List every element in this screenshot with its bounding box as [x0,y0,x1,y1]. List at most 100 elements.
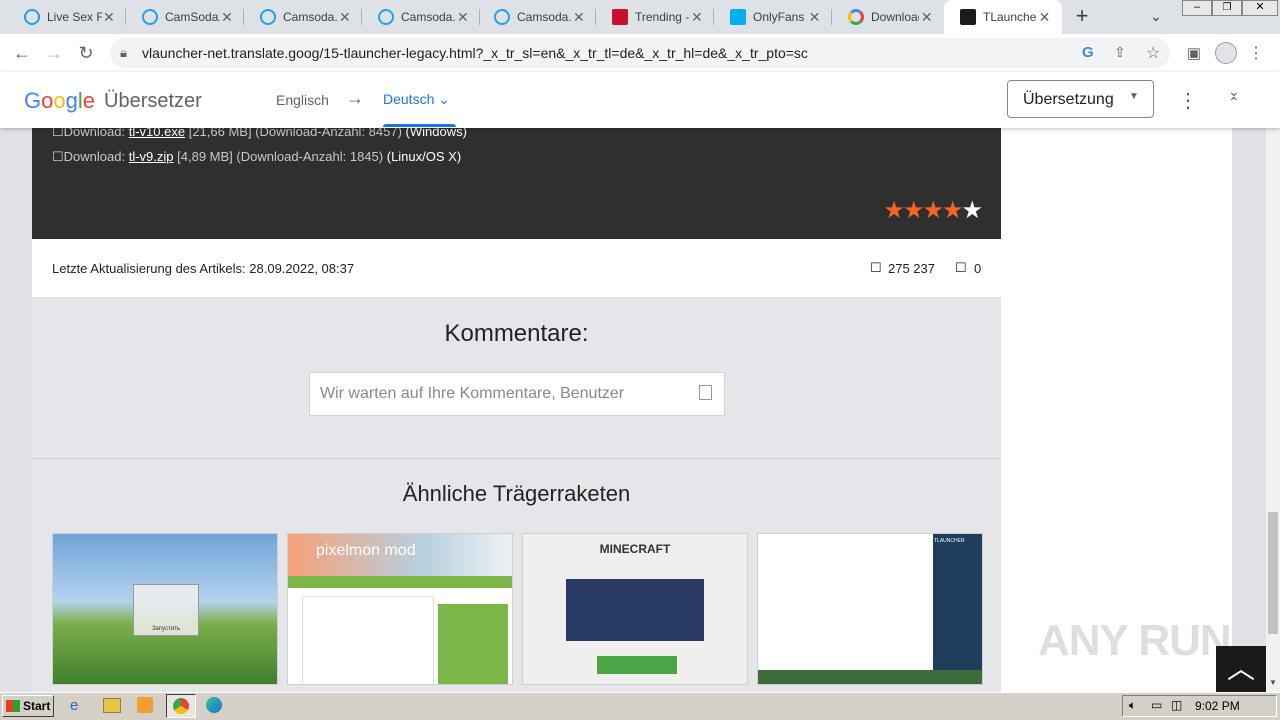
site-icon [260,9,276,25]
scroll-down-arrow[interactable]: ▼ [1269,678,1277,687]
bookmark-star-icon[interactable]: ☆ [1146,43,1160,63]
source-language[interactable]: Englisch [276,92,329,108]
close-icon[interactable]: ✕ [572,9,586,26]
tab-3[interactable]: Camsoda.c ✕ [244,0,362,34]
filled-stars: ★★★★ [883,197,963,224]
close-icon[interactable]: ✕ [807,9,822,26]
similar-item-1[interactable]: Запустить [52,533,278,685]
lock-icon[interactable]: 🔒︎ [120,45,127,61]
last-updated: Letzte Aktualisierung des Artikels: 28.0… [52,261,355,276]
back-button[interactable]: ← [8,39,36,67]
security-icon[interactable]: ◫ [1171,698,1182,712]
close-icon[interactable]: ✕ [690,9,704,26]
minimize-button[interactable]: – [1182,0,1212,16]
thumbnail-menu [933,534,982,684]
explorer-icon[interactable] [103,698,121,713]
volume-icon[interactable]: 🔈︎ [1129,698,1136,713]
close-icon[interactable]: ✕ [338,9,352,26]
tab-1[interactable]: Live Sex Fr ✕ [8,0,126,34]
page-scrollbar[interactable]: ▲ ▼ [1266,72,1280,692]
checkbox-icon: ☐ [52,149,64,164]
comments-icon: ☐ [955,260,967,275]
close-icon[interactable]: ✕ [102,9,116,26]
google-icon [848,9,864,25]
address-bar[interactable]: 🔒︎ vlauncher-net.translate.goog/15-tlaun… [110,38,1170,68]
download-link-linux[interactable]: tl-v9.zip [129,149,174,164]
menu-icon[interactable]: ⋮ [1242,39,1270,67]
media-player-icon[interactable] [137,697,153,713]
google-translate-icon[interactable]: G [1082,44,1094,61]
collapse-icon[interactable]: ⌄ ⌃ [1228,84,1240,109]
share-icon[interactable]: ⇪ [1114,44,1126,61]
empty-star: ★ [961,197,982,224]
side-panel-icon[interactable]: ▣ [1180,39,1208,67]
more-options-icon[interactable]: ⋮ [1178,88,1198,113]
tab-7[interactable]: OnlyFans I ✕ [714,0,832,34]
checkbox-icon: ☐ [52,128,64,139]
url-text: vlauncher-net.translate.goog/15-tlaunche… [142,45,808,61]
clock[interactable]: 9:02 PM [1195,699,1240,713]
views-count: 275 237 [888,261,935,276]
active-language-indicator [383,124,456,127]
article-meta: Letzte Aktualisierung des Artikels: 28.0… [32,239,1001,298]
scroll-to-top-button[interactable]: ︿ [1216,646,1266,692]
close-icon[interactable]: ✕ [220,9,234,26]
star-rating[interactable]: ★★★★★ [883,196,983,225]
translation-mode-label: Übersetzung [1023,91,1114,108]
close-icon[interactable]: ✕ [1037,9,1052,26]
reload-button[interactable]: ↻ [72,39,100,67]
start-button[interactable]: Start [2,695,54,717]
tlauncher-icon [960,9,976,25]
download-link-windows[interactable]: tl-v10.exe [129,128,185,139]
download-line-linux: ☐Download: tl-v9.zip [4,89 MB] (Download… [52,149,462,164]
tab-6[interactable]: Trending - I ✕ [596,0,714,34]
close-window-button[interactable]: ✕ [1242,0,1278,16]
chrome-taskbar-button[interactable] [166,694,196,718]
forward-button[interactable]: → [40,39,68,67]
thumbnail-article [302,596,434,684]
tab-2[interactable]: CamSoda.c ✕ [126,0,244,34]
watermark: ANY RUN [1038,616,1232,665]
similar-heading: Ähnliche Trägerraketen [402,481,631,506]
similar-item-2[interactable]: pixelmon mod [287,533,513,685]
browser-toolbar: ← → ↻ 🔒︎ vlauncher-net.translate.goog/15… [0,34,1280,73]
dropdown-arrow-icon: ▼ [1129,91,1139,102]
tab-8[interactable]: Download ✕ [832,0,944,34]
download-line-windows: ☐Download: tl-v10.exe [21,66 MB] (Downlo… [52,128,467,140]
site-icon [378,9,394,25]
tab-strip: Live Sex Fr ✕ CamSoda.c ✕ Camsoda.c ✕ Ca… [0,0,1280,34]
profile-avatar[interactable] [1212,39,1240,67]
target-language[interactable]: Deutsch ⌄ [383,91,450,108]
tab-active-tlauncher[interactable]: TLauncher ✕ [944,0,1062,34]
similar-item-3[interactable]: MINECRAFT [522,533,748,685]
comments-count: 0 [974,261,982,276]
thumbnail-footer [758,670,982,684]
product-name: Übersetzer [104,90,202,112]
network-icon[interactable]: ▭ [1151,698,1162,712]
similar-launchers-section: Ähnliche Trägerraketen Запустить pixelmo… [32,459,1001,692]
similar-item-4[interactable]: TLAUNCHER [757,533,983,685]
edge-icon[interactable] [206,697,222,713]
thumbnail-title: pixelmon mod [316,542,416,559]
taskbar: Start e 🔈︎ ▭ ◫ 9:02 PM [0,692,1280,720]
tab-5[interactable]: Camsoda.c ✕ [478,0,596,34]
views-icon: ☐ [870,260,882,275]
target-language-label: Deutsch [383,91,435,107]
translation-mode-select[interactable]: Übersetzung ▼ [1007,80,1154,118]
tab-4[interactable]: Camsoda.c ✕ [362,0,480,34]
translate-bar: Google Übersetzer Englisch → Deutsch ⌄ Ü… [0,72,1280,128]
page-content: ☐Download: tl-v10.exe [21,66 MB] (Downlo… [0,128,1266,692]
thumbnail-title: TLAUNCHER [934,538,965,544]
new-tab-button[interactable]: + [1070,5,1094,29]
maximize-button[interactable]: ❐ [1212,0,1242,16]
comment-input[interactable]: Wir warten auf Ihre Kommentare, Benutzer [309,372,725,416]
ie-icon[interactable]: e [70,697,78,714]
comment-icon[interactable] [699,385,712,400]
thumbnail-play-button [597,656,677,674]
thumbnail-navbar [288,576,512,588]
onlyfans-icon [730,9,746,25]
close-icon[interactable]: ✕ [456,9,470,26]
tab-search-icon[interactable]: ⌄ [1150,8,1162,25]
close-icon[interactable]: ✕ [919,9,934,26]
scrollbar-thumb[interactable] [1268,512,1278,634]
